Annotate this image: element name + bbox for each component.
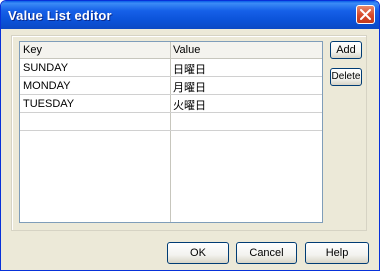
delete-button-label: Delete bbox=[331, 71, 361, 82]
table-row[interactable]: TUESDAY 火曜日 bbox=[20, 95, 322, 113]
cell-value[interactable]: 火曜日 bbox=[173, 97, 206, 113]
table-row[interactable]: SUNDAY 日曜日 bbox=[20, 59, 322, 77]
cell-key[interactable]: SUNDAY bbox=[23, 62, 68, 74]
add-button[interactable]: Add bbox=[330, 41, 362, 59]
cell-key[interactable]: MONDAY bbox=[23, 80, 70, 92]
column-header-key[interactable]: Key bbox=[23, 44, 42, 56]
value-list-editor-dialog: Value List editor Key Value SUNDAY 日曜日 M… bbox=[0, 0, 380, 271]
value-list-table[interactable]: Key Value SUNDAY 日曜日 MONDAY 月曜日 TUESDAY … bbox=[19, 41, 323, 223]
cancel-button[interactable]: Cancel bbox=[236, 242, 297, 264]
ok-button-label: OK bbox=[190, 247, 206, 259]
ok-button[interactable]: OK bbox=[167, 242, 229, 264]
delete-button[interactable]: Delete bbox=[330, 68, 362, 86]
help-button[interactable]: Help bbox=[305, 242, 369, 264]
cell-value[interactable]: 月曜日 bbox=[173, 79, 206, 95]
table-header: Key Value bbox=[20, 42, 322, 59]
cell-value[interactable]: 日曜日 bbox=[173, 61, 206, 77]
column-header-value[interactable]: Value bbox=[173, 44, 200, 56]
cell-key[interactable]: TUESDAY bbox=[23, 98, 74, 110]
close-x-icon bbox=[360, 9, 371, 20]
add-button-label: Add bbox=[336, 44, 356, 56]
help-button-label: Help bbox=[325, 247, 349, 259]
table-row-empty[interactable] bbox=[20, 113, 322, 131]
window-title: Value List editor bbox=[8, 8, 112, 23]
title-bar[interactable]: Value List editor bbox=[1, 1, 379, 29]
table-row[interactable]: MONDAY 月曜日 bbox=[20, 77, 322, 95]
close-button[interactable] bbox=[356, 5, 375, 24]
cancel-button-label: Cancel bbox=[249, 247, 284, 259]
